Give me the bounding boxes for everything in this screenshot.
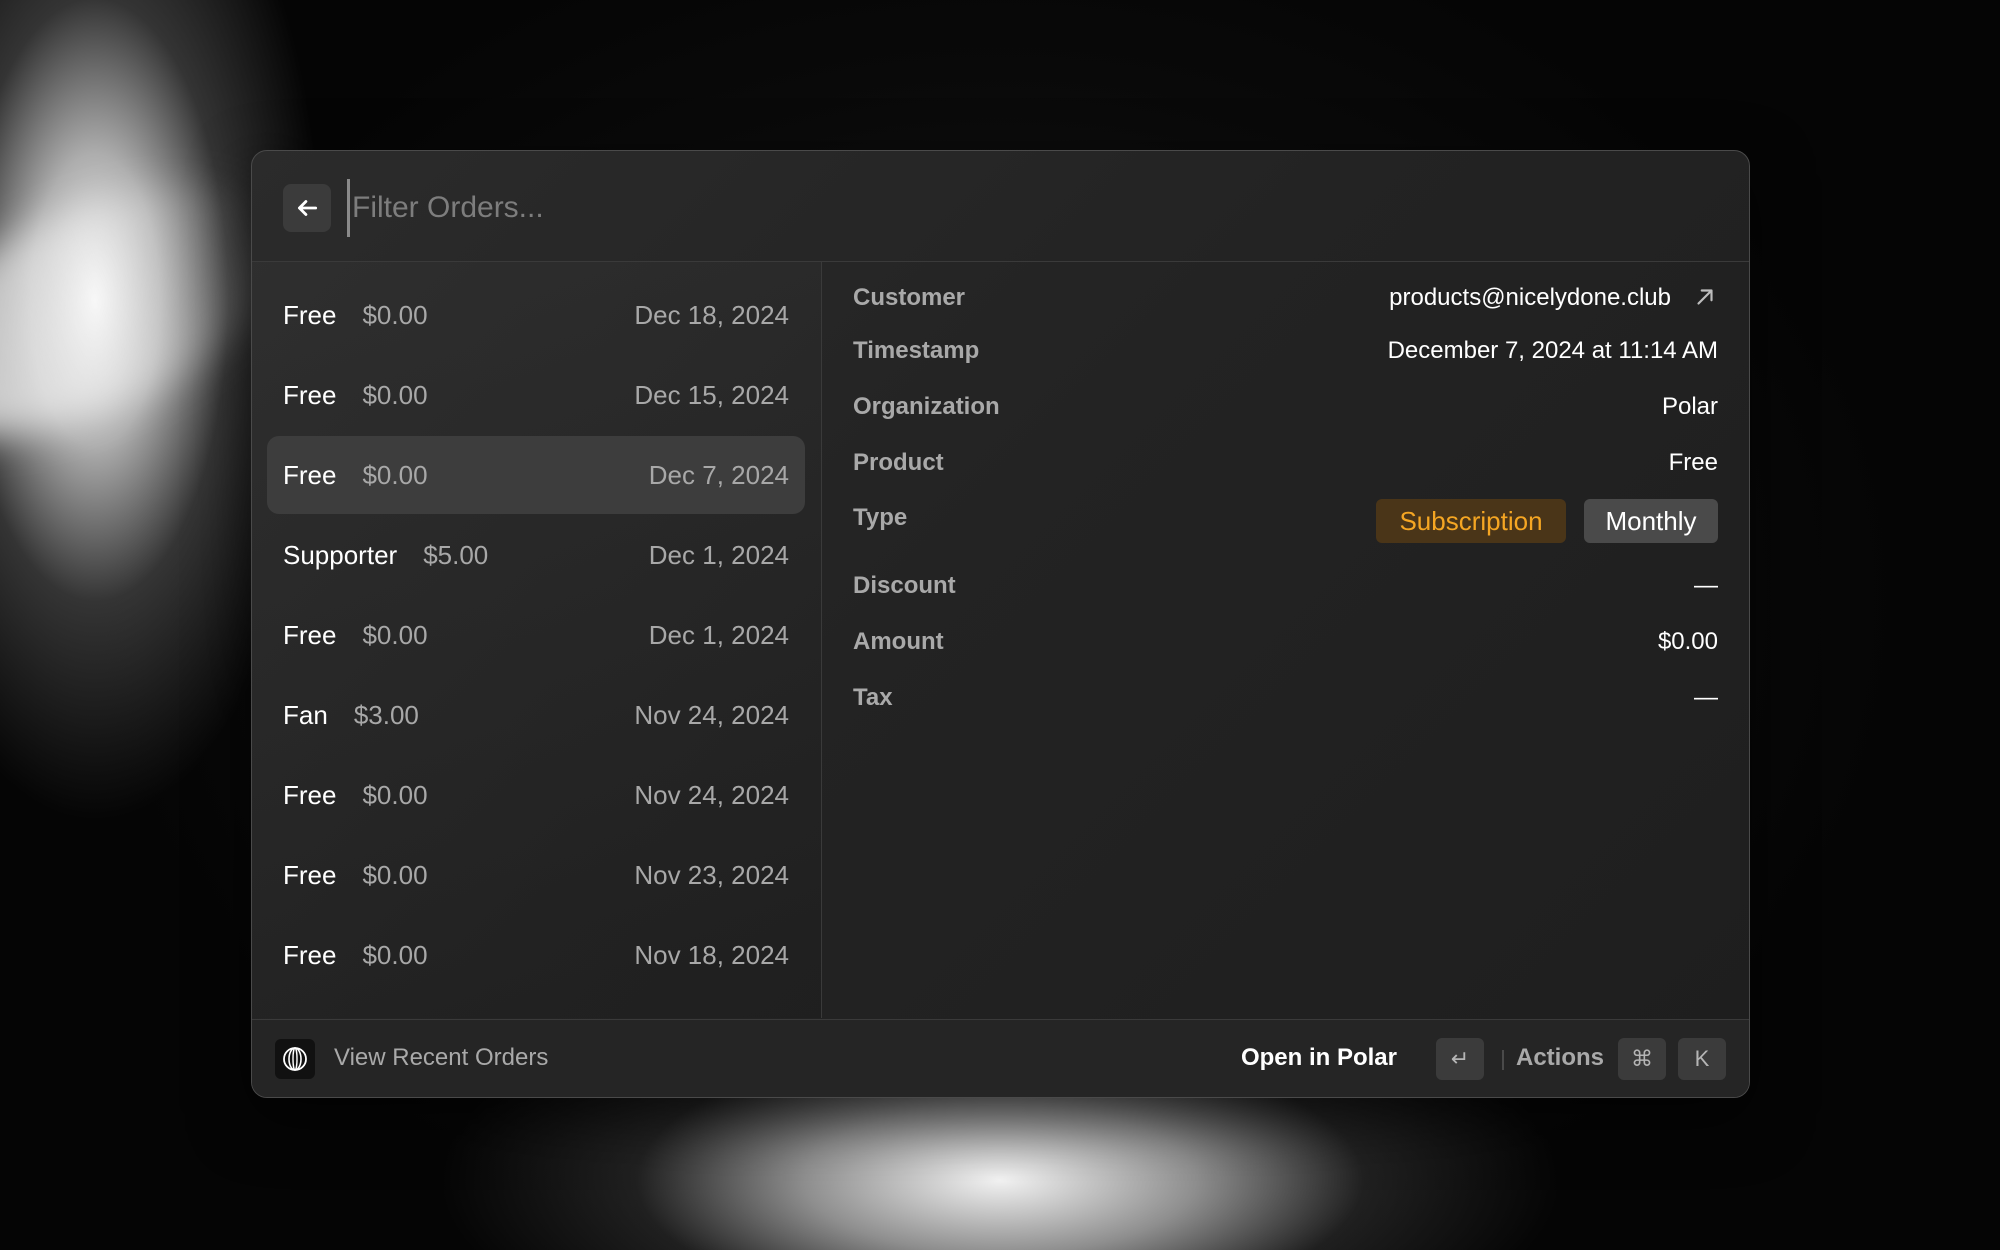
discount-label: Discount xyxy=(853,572,956,599)
back-button[interactable] xyxy=(283,184,331,232)
order-product: Fan xyxy=(283,699,328,730)
enter-key-icon: ↵ xyxy=(1436,1038,1484,1080)
order-amount: $0.00 xyxy=(362,939,428,970)
order-date: Nov 24, 2024 xyxy=(634,779,789,810)
footer-bar: View Recent Orders Open in Polar ↵ Actio… xyxy=(252,1019,1749,1097)
order-product: Free xyxy=(283,939,337,970)
order-row[interactable]: Free $0.00 Nov 24, 2024 xyxy=(267,756,805,834)
order-date: Nov 24, 2024 xyxy=(634,699,789,730)
arrow-left-icon xyxy=(298,200,318,216)
order-date: Dec 1, 2024 xyxy=(648,619,789,650)
footer-title: View Recent Orders xyxy=(334,1044,549,1071)
tax-label: Tax xyxy=(853,684,893,711)
order-row-selected[interactable]: Free $0.00 Dec 7, 2024 xyxy=(267,436,805,514)
order-amount: $3.00 xyxy=(353,699,419,730)
order-product: Free xyxy=(283,379,337,410)
order-amount: $0.00 xyxy=(362,379,428,410)
organization-label: Organization xyxy=(853,393,1000,420)
order-row[interactable]: Free $0.00 Dec 15, 2024 xyxy=(267,356,805,434)
order-row[interactable]: Free $0.00 Nov 18, 2024 xyxy=(267,916,805,994)
order-product: Free xyxy=(283,619,337,650)
orders-list: Free $0.00 Dec 18, 2024 Free $0.00 Dec 1… xyxy=(252,262,822,1018)
filter-orders-input[interactable] xyxy=(347,179,1454,237)
organization-value: Polar xyxy=(1661,393,1718,420)
order-row[interactable]: Free $0.00 Dec 18, 2024 xyxy=(267,276,805,354)
amount-value: $0.00 xyxy=(1657,628,1718,655)
order-date: Dec 18, 2024 xyxy=(634,299,789,330)
customer-email-link[interactable]: products@nicelydone.club xyxy=(1389,284,1671,312)
order-date: Dec 1, 2024 xyxy=(648,539,789,570)
order-product: Free xyxy=(283,859,337,890)
timestamp-value: December 7, 2024 at 11:14 AM xyxy=(1387,337,1718,364)
order-amount: $0.00 xyxy=(362,619,428,650)
discount-value: — xyxy=(1694,572,1718,599)
command-key-icon: ⌘ xyxy=(1618,1038,1666,1080)
footer-divider xyxy=(1502,1050,1504,1070)
tax-value: — xyxy=(1694,684,1718,711)
order-product: Supporter xyxy=(283,539,398,570)
product-value: Free xyxy=(1668,449,1718,476)
order-amount: $0.00 xyxy=(362,299,428,330)
order-date: Nov 18, 2024 xyxy=(634,939,789,970)
monthly-tag: Monthly xyxy=(1584,499,1718,543)
order-amount: $5.00 xyxy=(423,539,489,570)
actions-button[interactable]: Actions xyxy=(1516,1044,1604,1072)
order-row[interactable]: Free $0.00 Nov 23, 2024 xyxy=(267,836,805,914)
order-date: Dec 7, 2024 xyxy=(648,459,789,490)
order-product: Free xyxy=(283,779,337,810)
arrow-up-right-icon[interactable] xyxy=(1692,284,1718,310)
order-detail-panel: Customer products@nicelydone.club Timest… xyxy=(822,262,1749,1018)
polar-logo-icon xyxy=(275,1039,315,1079)
order-row[interactable]: Free $0.00 Dec 1, 2024 xyxy=(267,596,805,674)
command-window: Free $0.00 Dec 18, 2024 Free $0.00 Dec 1… xyxy=(251,150,1750,1098)
order-amount: $0.00 xyxy=(362,779,428,810)
product-label: Product xyxy=(853,449,944,476)
amount-label: Amount xyxy=(853,628,944,655)
order-row[interactable]: Fan $3.00 Nov 24, 2024 xyxy=(267,676,805,754)
type-label: Type xyxy=(853,504,908,531)
order-amount: $0.00 xyxy=(362,459,428,490)
order-amount: $0.00 xyxy=(362,859,428,890)
order-date: Dec 15, 2024 xyxy=(634,379,789,410)
order-row[interactable]: Supporter $5.00 Dec 1, 2024 xyxy=(267,516,805,594)
order-product: Free xyxy=(283,299,337,330)
order-product: Free xyxy=(283,459,337,490)
subscription-tag: Subscription xyxy=(1376,499,1566,543)
open-in-polar-button[interactable]: Open in Polar xyxy=(1241,1044,1397,1072)
timestamp-label: Timestamp xyxy=(853,337,980,364)
search-bar xyxy=(252,151,1749,262)
customer-label: Customer xyxy=(853,284,966,311)
order-date: Nov 23, 2024 xyxy=(634,859,789,890)
k-key-icon: K xyxy=(1678,1038,1726,1080)
